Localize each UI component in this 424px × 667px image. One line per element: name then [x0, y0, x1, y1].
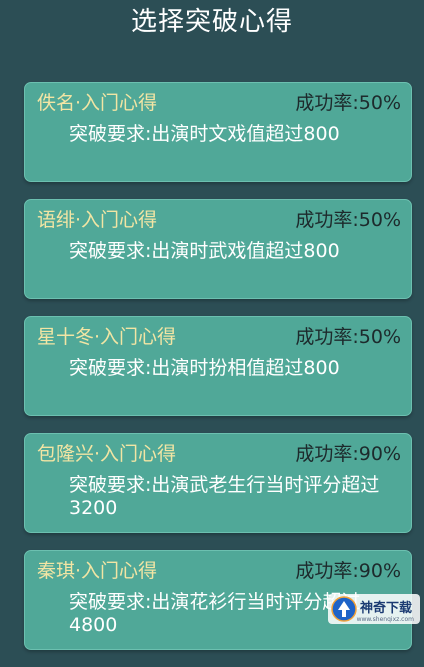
- insight-card[interactable]: 语绯·入门心得 成功率:50% 突破要求:出演时武戏值超过800: [24, 199, 412, 299]
- success-rate: 成功率:90%: [295, 443, 401, 465]
- insight-card[interactable]: 星十冬·入门心得 成功率:50% 突破要求:出演时扮相值超过800: [24, 316, 412, 416]
- watermark-text: 神奇下载: [360, 601, 413, 616]
- success-rate: 成功率:50%: [295, 92, 401, 114]
- breakthrough-requirement: 突破要求:出演武老生行当时评分超过3200: [69, 474, 380, 519]
- watermark-url: www.shenqixz.com: [356, 616, 414, 623]
- success-rate: 成功率:90%: [295, 560, 401, 582]
- success-rate: 成功率:50%: [295, 209, 401, 231]
- shenqi-logo-icon: [331, 596, 357, 622]
- insight-name: 星十冬·入门心得: [37, 326, 177, 348]
- watermark: 神奇下载 www.shenqixz.com: [328, 594, 420, 624]
- insight-name: 秦琪·入门心得: [37, 560, 158, 582]
- success-rate: 成功率:50%: [295, 326, 401, 348]
- insight-card[interactable]: 包隆兴·入门心得 成功率:90% 突破要求:出演武老生行当时评分超过3200: [24, 433, 412, 533]
- insight-list: 佚名·入门心得 成功率:50% 突破要求:出演时文戏值超过800 语绯·入门心得…: [24, 82, 412, 667]
- insight-card[interactable]: 佚名·入门心得 成功率:50% 突破要求:出演时文戏值超过800: [24, 82, 412, 182]
- insight-name: 包隆兴·入门心得: [37, 443, 177, 465]
- insight-name: 佚名·入门心得: [37, 92, 158, 114]
- breakthrough-requirement: 突破要求:出演时扮相值超过800: [69, 357, 340, 379]
- insight-name: 语绯·入门心得: [37, 209, 158, 231]
- page-title: 选择突破心得: [130, 7, 293, 37]
- breakthrough-requirement: 突破要求:出演时武戏值超过800: [69, 240, 340, 262]
- breakthrough-requirement: 突破要求:出演时文戏值超过800: [69, 123, 340, 145]
